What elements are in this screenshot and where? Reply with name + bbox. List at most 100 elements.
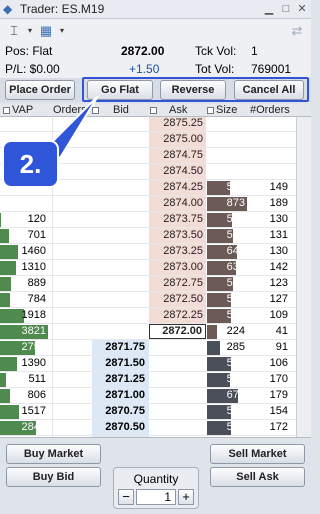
bid-cell[interactable] (92, 148, 149, 163)
orders-cell[interactable] (52, 420, 91, 436)
orders-cell[interactable] (52, 212, 91, 228)
orders-cell[interactable] (52, 340, 91, 356)
order-count-value: 130 (269, 245, 288, 257)
bid-cell[interactable]: 2871.50 (92, 356, 149, 371)
ladder-row[interactable]: 2848 2870.50 536 172 (0, 420, 311, 436)
ladder-row[interactable]: 1310 2873.00 638 142 (0, 260, 311, 276)
size-header[interactable]: Size (207, 104, 237, 116)
bid-cell[interactable] (92, 292, 149, 307)
ask-cell[interactable] (149, 420, 206, 435)
orders-cell[interactable] (52, 260, 91, 276)
bid-cell[interactable] (92, 308, 149, 323)
ask-cell[interactable]: 2874.75 (149, 148, 206, 163)
orders-cell[interactable] (52, 196, 91, 212)
bid-header[interactable]: Bid (92, 104, 129, 116)
size-value: 678 (226, 389, 245, 401)
orders-cell[interactable] (52, 164, 91, 180)
bid-cell[interactable]: 2871.75 (92, 340, 149, 355)
bid-cell[interactable]: 2870.50 (92, 420, 149, 435)
ask-cell[interactable]: 2875.25 (149, 117, 206, 131)
ask-cell[interactable]: 2872.75 (149, 276, 206, 291)
bid-cell[interactable] (92, 180, 149, 195)
orders-cell[interactable] (52, 292, 91, 308)
ask-cell[interactable] (149, 388, 206, 403)
orders-header[interactable]: Orders (53, 104, 87, 116)
ask-cell[interactable]: 2873.25 (149, 244, 206, 259)
grid-dropdown-icon[interactable]: ▾ (52, 22, 72, 39)
order-count-value (250, 164, 290, 179)
link-icon[interactable]: ⇄ (287, 22, 307, 39)
ladder-row[interactable]: 2753 2871.75 285 91 (0, 340, 311, 356)
sell-market-button[interactable]: Sell Market (210, 444, 305, 464)
orders-cell[interactable] (52, 148, 91, 164)
minimize-icon[interactable]: ▁ (263, 3, 275, 15)
ladder-row[interactable]: 120 2873.75 544 130 (0, 212, 311, 228)
bid-cell[interactable] (92, 228, 149, 243)
ask-cell[interactable]: 2874.00 (149, 196, 206, 211)
ask-cell[interactable]: 2872.50 (149, 292, 206, 307)
ladder-row[interactable]: 1517 2870.75 528 154 (0, 404, 311, 420)
place-order-button[interactable]: Place Order (5, 80, 75, 100)
num-orders-header[interactable]: #Orders (250, 104, 290, 116)
buy-market-button[interactable]: Buy Market (6, 444, 101, 464)
ask-cell[interactable] (149, 356, 206, 371)
ladder-scrollbar[interactable] (296, 117, 311, 437)
orders-cell[interactable] (52, 117, 91, 132)
ladder-row[interactable]: 2874.00 873 189 (0, 196, 311, 212)
bid-cell[interactable] (92, 117, 149, 131)
ask-cell[interactable]: 2874.25 (149, 180, 206, 195)
bid-cell[interactable] (92, 212, 149, 227)
ask-cell[interactable] (149, 340, 206, 355)
ladder-row[interactable]: 1918 2872.25 535 109 (0, 308, 311, 324)
bid-cell[interactable] (92, 244, 149, 259)
ladder-row[interactable]: 806 2871.00 678 179 (0, 388, 311, 404)
orders-cell[interactable] (52, 356, 91, 372)
ask-cell[interactable]: 2872.25 (149, 308, 206, 323)
ladder-row[interactable]: 784 2872.50 526 127 (0, 292, 311, 308)
bid-cell[interactable] (92, 164, 149, 179)
vap-value (0, 117, 48, 131)
ask-cell[interactable]: 2873.75 (149, 212, 206, 227)
bid-cell[interactable] (92, 132, 149, 147)
orders-cell[interactable] (52, 404, 91, 420)
ladder-row[interactable]: 1390 2871.50 515 106 (0, 356, 311, 372)
ladder-row[interactable]: 701 2873.50 570 131 (0, 228, 311, 244)
orders-cell[interactable] (52, 276, 91, 292)
bid-cell[interactable] (92, 260, 149, 275)
ask-cell[interactable]: 2874.50 (149, 164, 206, 179)
orders-cell[interactable] (52, 372, 91, 388)
ask-cell[interactable]: 2873.50 (149, 228, 206, 243)
close-icon[interactable]: ✕ (296, 3, 308, 15)
maximize-icon[interactable]: □ (280, 3, 292, 15)
orders-cell[interactable] (52, 324, 91, 340)
bid-cell[interactable] (92, 276, 149, 291)
quantity-input[interactable]: 1 (136, 489, 176, 505)
ladder-row[interactable]: 511 2871.25 502 170 (0, 372, 311, 388)
ask-header[interactable]: Ask (150, 104, 187, 116)
orders-cell[interactable] (52, 308, 91, 324)
ask-cell[interactable] (149, 372, 206, 387)
bid-cell[interactable]: 2871.00 (92, 388, 149, 403)
ladder-row[interactable]: 889 2872.75 579 123 (0, 276, 311, 292)
ask-cell[interactable]: 2872.00 (149, 324, 206, 339)
orders-cell[interactable] (52, 388, 91, 404)
ask-cell[interactable]: 2873.00 (149, 260, 206, 275)
orders-cell[interactable] (52, 228, 91, 244)
orders-cell[interactable] (52, 180, 91, 196)
vap-header[interactable]: VAP (3, 104, 33, 116)
orders-cell[interactable] (52, 244, 91, 260)
buy-bid-button[interactable]: Buy Bid (6, 467, 101, 487)
sell-ask-button[interactable]: Sell Ask (210, 467, 305, 487)
bid-cell[interactable] (92, 324, 149, 339)
ask-cell[interactable] (149, 404, 206, 419)
orders-cell[interactable] (52, 132, 91, 148)
ask-cell[interactable]: 2875.00 (149, 132, 206, 147)
ladder-row[interactable]: 3821 2872.00 224 41 (0, 324, 311, 340)
bid-cell[interactable] (92, 196, 149, 211)
bid-cell[interactable]: 2870.75 (92, 404, 149, 419)
quantity-decrease-button[interactable]: − (118, 489, 134, 505)
bid-cell[interactable]: 2871.25 (92, 372, 149, 387)
ladder-row[interactable]: 2875.25 (0, 117, 311, 132)
ladder-row[interactable]: 1460 2873.25 648 130 (0, 244, 311, 260)
quantity-increase-button[interactable]: + (178, 489, 194, 505)
